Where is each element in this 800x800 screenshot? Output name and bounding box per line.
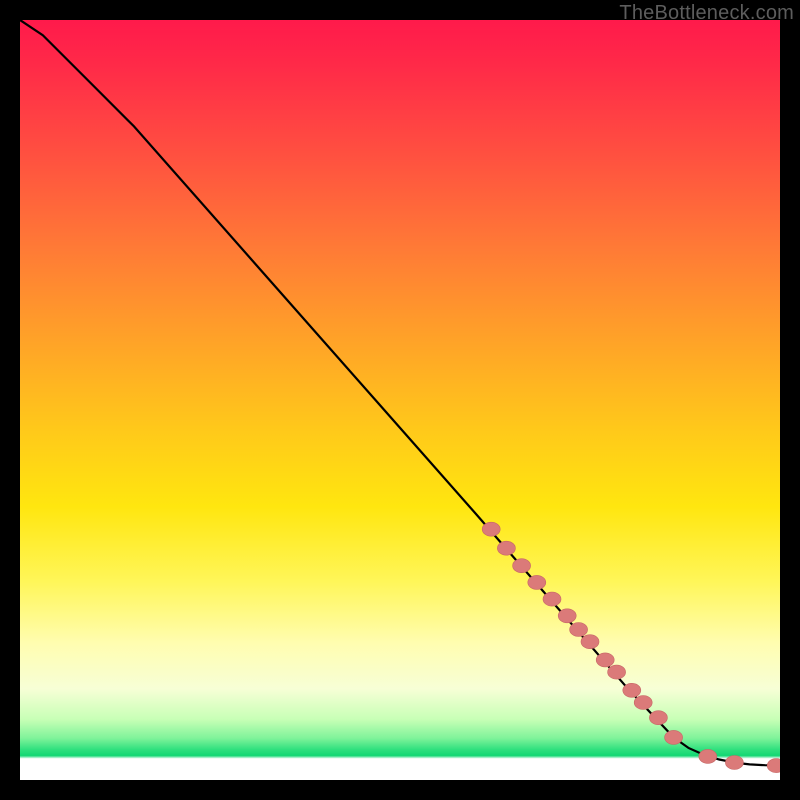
- curve-layer: [20, 20, 780, 780]
- highlight-marker: [608, 665, 626, 679]
- bottleneck-curve: [20, 20, 780, 766]
- highlight-marker: [623, 683, 641, 697]
- highlight-marker: [665, 730, 683, 744]
- highlight-marker: [634, 696, 652, 710]
- chart-frame: TheBottleneck.com: [0, 0, 800, 800]
- highlight-marker: [482, 522, 500, 536]
- highlight-marker: [767, 759, 780, 773]
- curve-path-group: [20, 20, 780, 766]
- highlight-marker: [699, 749, 717, 763]
- highlight-marker: [581, 635, 599, 649]
- highlight-marker: [570, 623, 588, 637]
- highlight-marker: [528, 575, 546, 589]
- highlight-marker: [513, 559, 531, 573]
- highlight-marker: [497, 541, 515, 555]
- highlight-marker: [649, 711, 667, 725]
- highlight-markers: [482, 522, 780, 772]
- highlight-marker: [543, 592, 561, 606]
- highlight-marker: [725, 756, 743, 770]
- highlight-marker: [596, 653, 614, 667]
- plot-area: [20, 20, 780, 780]
- highlight-marker: [558, 609, 576, 623]
- watermark-text: TheBottleneck.com: [619, 2, 794, 25]
